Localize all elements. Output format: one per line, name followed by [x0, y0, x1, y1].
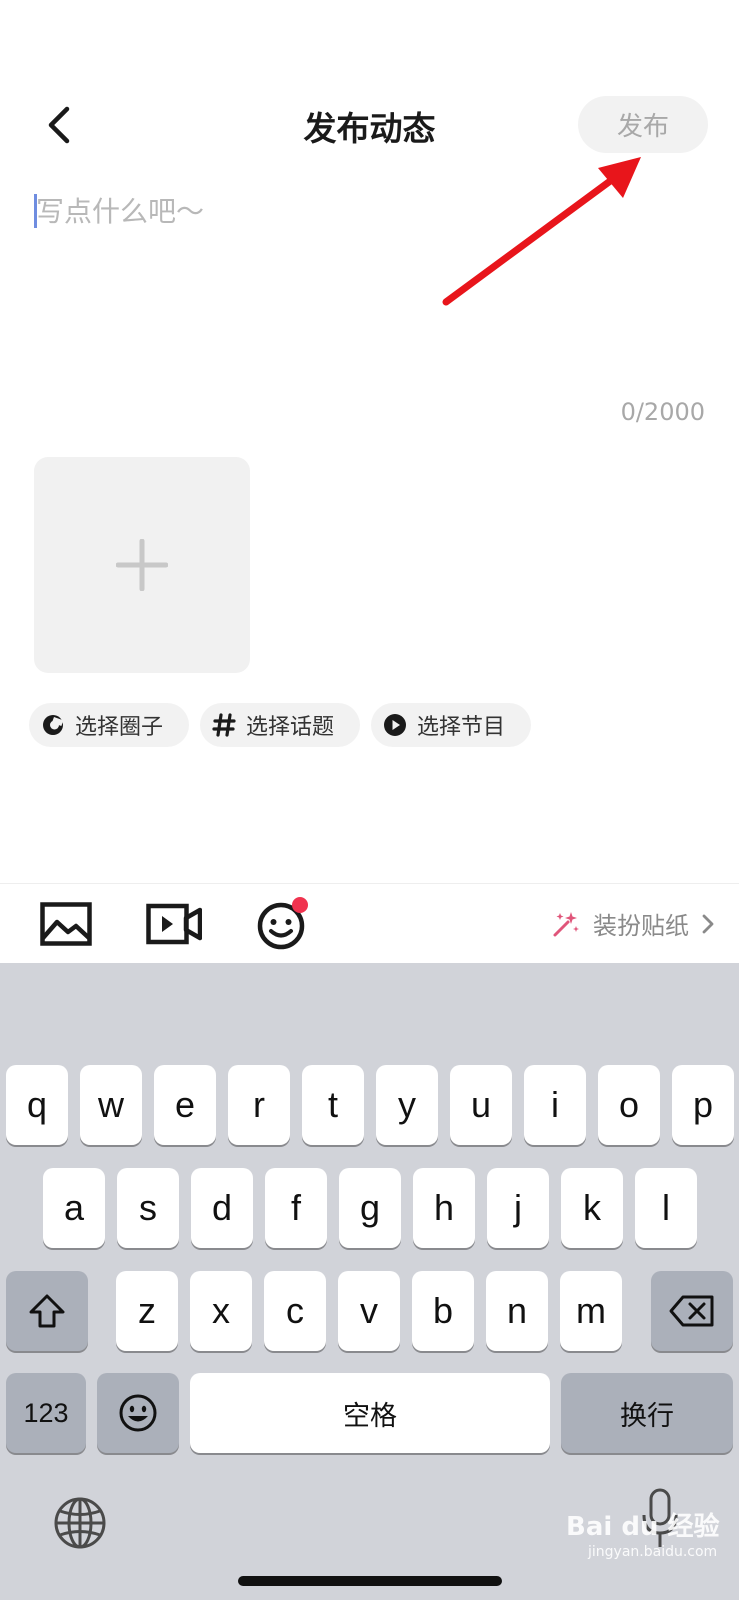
character-counter: 0/2000	[620, 398, 705, 426]
smiley-icon	[257, 897, 308, 950]
key-a[interactable]: a	[43, 1168, 105, 1248]
key-w[interactable]: w	[80, 1065, 142, 1145]
key-r[interactable]: r	[228, 1065, 290, 1145]
shift-arrow-icon	[29, 1294, 65, 1328]
select-topic-chip[interactable]: 选择话题	[200, 703, 361, 747]
backspace-icon	[669, 1295, 714, 1327]
shift-key[interactable]	[6, 1271, 88, 1351]
key-e[interactable]: e	[154, 1065, 216, 1145]
key-b[interactable]: b	[412, 1271, 474, 1351]
key-f[interactable]: f	[265, 1168, 327, 1248]
video-button[interactable]	[146, 898, 202, 950]
chevron-right-icon	[701, 913, 715, 935]
select-circle-chip[interactable]: 选择圈子	[29, 703, 190, 747]
globe-button[interactable]	[52, 1495, 108, 1551]
key-i[interactable]: i	[524, 1065, 586, 1145]
stickers-entry[interactable]: 装扮贴纸	[551, 906, 715, 941]
key-p[interactable]: p	[672, 1065, 734, 1145]
video-camera-icon	[146, 903, 202, 945]
key-o[interactable]: o	[598, 1065, 660, 1145]
header: 发布动态 发布	[0, 80, 739, 170]
globe-icon	[54, 1497, 106, 1549]
key-z[interactable]: z	[116, 1271, 178, 1351]
play-circle-icon	[383, 713, 407, 737]
key-q[interactable]: q	[6, 1065, 68, 1145]
key-n[interactable]: n	[486, 1271, 548, 1351]
compose-toolbar: 装扮贴纸	[0, 883, 739, 963]
key-k[interactable]: k	[561, 1168, 623, 1248]
watermark: Bai du 经验	[566, 1512, 720, 1542]
key-h[interactable]: h	[413, 1168, 475, 1248]
key-v[interactable]: v	[338, 1271, 400, 1351]
add-media-button[interactable]	[34, 457, 250, 673]
circle-c-icon	[41, 713, 65, 737]
emoji-key[interactable]	[97, 1373, 179, 1453]
magic-wand-icon	[551, 909, 581, 939]
key-c[interactable]: c	[264, 1271, 326, 1351]
chip-label: 选择节目	[417, 715, 506, 740]
stickers-label: 装扮贴纸	[593, 912, 689, 940]
key-j[interactable]: j	[487, 1168, 549, 1248]
chip-label: 选择话题	[246, 715, 335, 740]
key-m[interactable]: m	[560, 1271, 622, 1351]
watermark-url: jingyan.baidu.com	[588, 1544, 718, 1560]
key-s[interactable]: s	[117, 1168, 179, 1248]
plus-icon	[116, 539, 168, 591]
key-d[interactable]: d	[191, 1168, 253, 1248]
key-u[interactable]: u	[450, 1065, 512, 1145]
smiley-icon	[119, 1394, 157, 1432]
key-t[interactable]: t	[302, 1065, 364, 1145]
home-indicator	[238, 1576, 502, 1586]
emoji-button[interactable]	[255, 897, 311, 950]
return-key[interactable]: 换行	[561, 1373, 733, 1453]
hashtag-icon	[212, 713, 236, 737]
key-y[interactable]: y	[376, 1065, 438, 1145]
tag-chips: 选择圈子 选择话题 选择节目	[29, 703, 532, 747]
image-icon	[40, 902, 92, 946]
space-key[interactable]: 空格	[190, 1373, 550, 1453]
keyboard: qwertyuiop asdfghjkl zxcvbnm 123 空格 换行	[0, 963, 739, 1600]
notification-dot	[292, 897, 308, 913]
numbers-key[interactable]: 123	[6, 1373, 86, 1453]
chip-label: 选择圈子	[75, 715, 164, 740]
select-program-chip[interactable]: 选择节目	[371, 703, 532, 747]
image-button[interactable]	[40, 898, 92, 950]
post-placeholder: 写点什么吧～	[36, 195, 205, 228]
key-g[interactable]: g	[339, 1168, 401, 1248]
key-l[interactable]: l	[635, 1168, 697, 1248]
publish-button[interactable]: 发布	[578, 96, 708, 153]
post-text-input[interactable]: 写点什么吧～	[34, 190, 704, 400]
delete-key[interactable]	[651, 1271, 733, 1351]
key-x[interactable]: x	[190, 1271, 252, 1351]
